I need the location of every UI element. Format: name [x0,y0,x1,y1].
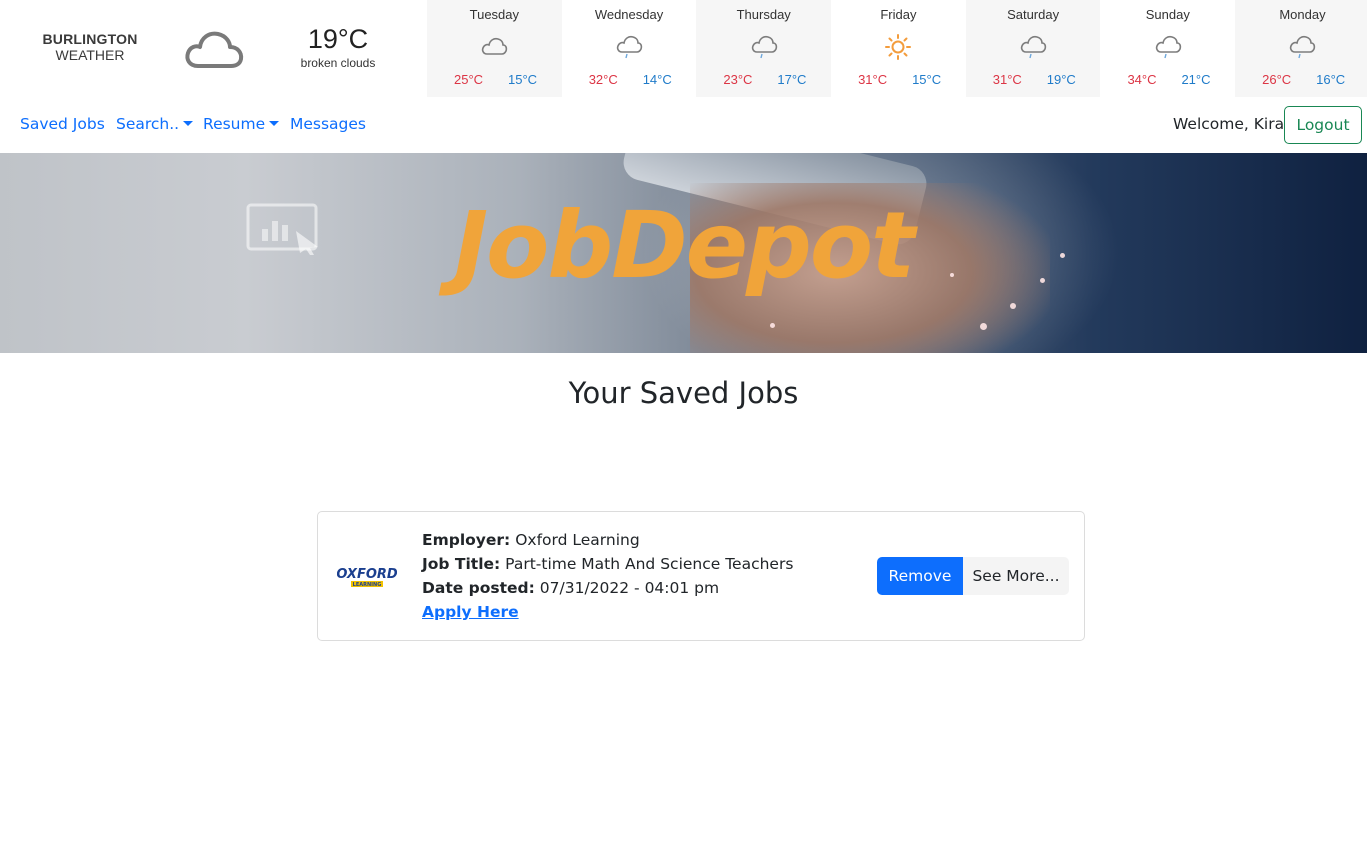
nav-messages[interactable]: Messages [290,115,366,133]
forecast-day-name: Saturday [1007,7,1060,22]
see-more-button[interactable]: See More... [963,557,1069,595]
hero-banner: JobDepot [0,153,1367,353]
forecast-high: 32°C [588,72,618,87]
rain-cloud-icon [1020,35,1047,59]
employer-name: Oxford Learning [515,531,640,549]
job-title-row: Job Title: Part-time Math And Science Te… [422,552,793,576]
forecast-high: 31°C [858,72,888,87]
current-temperature: 19°C [307,24,369,54]
rain-cloud-icon [751,35,777,59]
job-details: Employer: Oxford Learning Job Title: Par… [422,528,793,624]
welcome-message: Welcome, Kira [1173,115,1285,133]
nav-saved-jobs[interactable]: Saved Jobs [20,115,105,133]
sun-icon [885,34,912,60]
rain-cloud-icon [1290,35,1316,59]
employer-logo-subtext: LEARNING [353,582,382,588]
rain-cloud-icon [616,35,643,59]
forecast-low: 19°C [1046,72,1076,87]
main-navbar: Saved Jobs Search.. Resume Messages Welc… [0,97,1367,153]
employer-logo: OXFORD LEARNING [337,567,397,588]
forecast-day-name: Sunday [1145,7,1190,22]
employer-logo-text: OXFORD [337,567,397,582]
forecast-high: 34°C [1127,72,1157,87]
nav-resume-label: Resume [203,115,266,133]
cloud-icon [482,37,508,55]
employer-row: Employer: Oxford Learning [422,528,793,552]
forecast-day: Monday 26°C 16°C [1235,0,1367,97]
date-posted-label: Date posted: [422,579,535,597]
apply-here-link[interactable]: Apply Here [422,603,519,621]
forecast-low: 21°C [1181,72,1211,87]
current-weather: 19°C broken clouds [290,22,386,70]
forecast-day: Wednesday 32°C 14°C [562,0,697,97]
weather-widget: BURLINGTON WEATHER 19°C broken clouds Tu… [0,0,1367,97]
nav-search-label: Search.. [116,115,180,133]
job-title-label: Job Title: [422,555,501,573]
nav-search-dropdown[interactable]: Search.. [116,115,194,133]
page-title: Your Saved Jobs [568,376,799,410]
decorative-light [1010,303,1016,309]
forecast-high: 31°C [992,72,1022,87]
forecast-day: Tuesday 25°C 15°C [427,0,562,97]
date-posted-row: Date posted: 07/31/2022 - 04:01 pm [422,576,793,600]
apply-row: Apply Here [422,600,793,624]
forecast-strip: Tuesday 25°C 15°C Wednesday 32°C 14°C Th… [427,0,1367,97]
saved-job-card: OXFORD LEARNING Employer: Oxford Learnin… [317,511,1085,641]
chevron-down-icon [269,120,280,126]
forecast-day: Thursday 23°C 17°C [696,0,832,97]
forecast-day: Saturday 31°C 19°C [965,0,1101,97]
weather-location: BURLINGTON WEATHER [28,31,152,63]
forecast-high: 26°C [1262,72,1292,87]
forecast-low: 15°C [912,72,942,87]
rain-cloud-icon [1155,35,1181,59]
forecast-high: 23°C [723,72,753,87]
weather-city: BURLINGTON [42,31,138,47]
site-logo-title: JobDepot [453,192,915,299]
logout-button[interactable]: Logout [1284,106,1362,144]
nav-resume-dropdown[interactable]: Resume [203,115,280,133]
forecast-day: Sunday 34°C 21°C [1100,0,1235,97]
employer-label: Employer: [422,531,511,549]
cloud-icon [185,31,244,68]
weather-label: WEATHER [55,47,125,63]
forecast-day-name: Monday [1279,7,1326,22]
forecast-day-name: Wednesday [594,7,664,22]
forecast-day-name: Thursday [736,7,791,22]
date-posted: 07/31/2022 - 04:01 pm [539,579,720,597]
job-title: Part-time Math And Science Teachers [505,555,794,573]
current-description: broken clouds [300,56,376,70]
forecast-day-name: Tuesday [469,7,520,22]
forecast-day-name: Friday [880,7,917,22]
forecast-low: 17°C [777,72,807,87]
forecast-high: 25°C [454,72,484,87]
decorative-light [770,323,775,328]
forecast-low: 16°C [1316,72,1346,87]
remove-button[interactable]: Remove [877,557,963,595]
forecast-day: Friday 31°C 15°C [831,0,966,97]
forecast-low: 15°C [508,72,538,87]
forecast-low: 14°C [642,72,672,87]
decorative-light [980,323,987,330]
chevron-down-icon [183,120,194,126]
